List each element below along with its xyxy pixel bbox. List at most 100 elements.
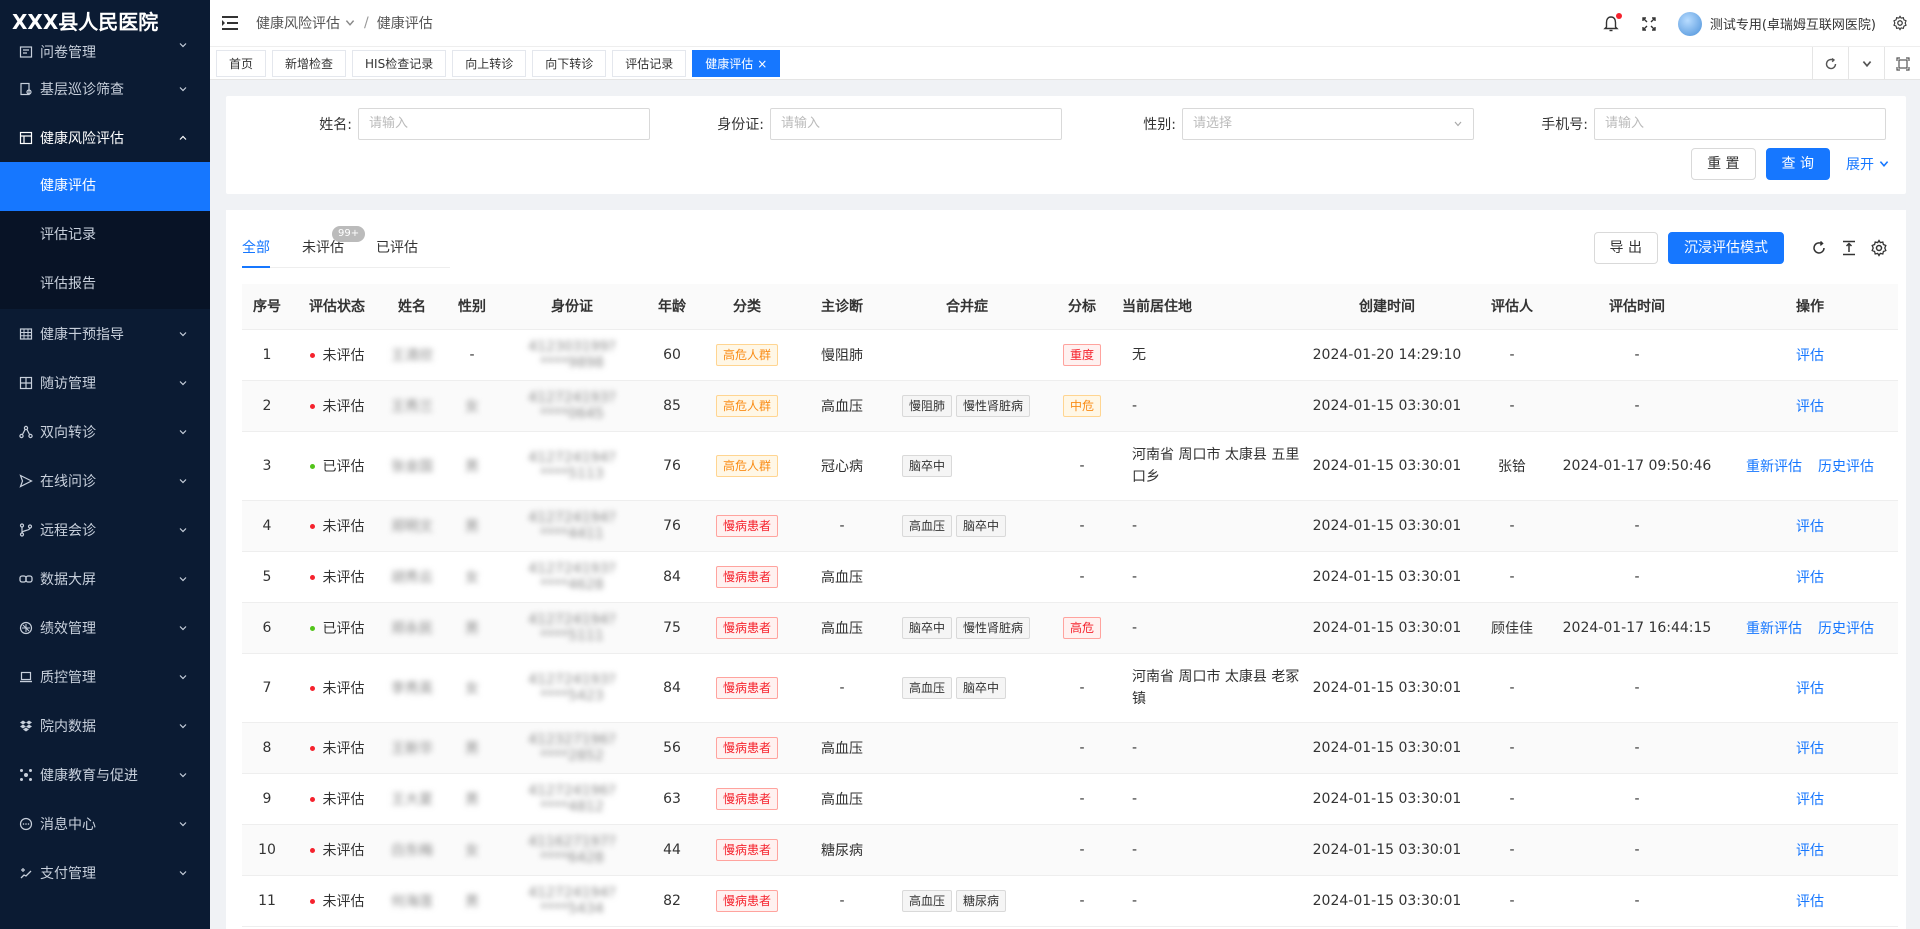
reassess-link[interactable]: 重新评估 [1746,459,1802,475]
sidebar-item-13[interactable]: 消息中心 [0,799,210,848]
history-link[interactable]: 历史评估 [1818,459,1874,475]
tab-list: 首页 新增检查 HIS检查记录 向上转诊 向下转诊 评估记录 健康评估 × [210,47,1920,80]
user-name[interactable]: 测试专用(卓瑞姆互联网医院) [1710,14,1876,33]
cell-comorbidity [892,722,1042,774]
fullscreen-icon[interactable] [1640,15,1658,33]
reset-button[interactable]: 重 置 [1691,148,1756,180]
cell-gender: 男 [442,722,502,774]
breadcrumb-item-current: 健康评估 [376,16,433,32]
sidebar-subitem-0[interactable]: 健康评估 [0,162,210,211]
bell-icon[interactable] [1602,12,1622,33]
grid-icon [18,326,34,342]
column-height-icon[interactable] [1840,239,1858,257]
refresh-tab-icon[interactable] [1812,47,1848,80]
cell-assessor: - [1472,380,1552,432]
chevron-down-icon [178,329,188,339]
sidebar-item-14[interactable]: 支付管理 [0,848,210,897]
tab-2[interactable]: HIS检查记录 [352,50,447,77]
history-link[interactable]: 历史评估 [1818,621,1874,637]
sidebar-item-2[interactable]: 健康风险评估 [0,113,210,162]
sidebar-item-8[interactable]: 数据大屏 [0,554,210,603]
phone-input[interactable]: 请输入 [1594,108,1886,140]
comorbidity-tag: 糖尿病 [956,889,1007,912]
sidebar-item-10[interactable]: 质控管理 [0,652,210,701]
cell-name: 王新华 [382,722,442,774]
cell-gender: 女 [442,380,502,432]
cell-comorbidity: 慢阻肺 慢性肾脏病 [892,380,1042,432]
header: 健康风险评估 / 健康评估 测试专用(卓瑞姆互联网医院) [210,0,1920,47]
gear-icon[interactable] [1892,14,1910,33]
cell-name: 胡秀云 [382,551,442,603]
filter-name-row: 姓名: 请输入 [226,108,650,140]
name-input[interactable]: 请输入 [358,108,650,140]
id-input[interactable]: 请输入 [770,108,1062,140]
sidebar-subitem-2[interactable]: 评估报告 [0,260,210,309]
sidebar-item-7[interactable]: 远程会诊 [0,505,210,554]
column-header: 身份证 [502,284,642,330]
gender-select[interactable]: 请选择 [1182,108,1474,140]
cell-name: 郑永民 [382,602,442,654]
assess-link[interactable]: 评估 [1796,348,1824,364]
settings-icon[interactable] [1870,239,1888,257]
cell-idcard: 411627197?****6428 [502,824,642,876]
assess-link[interactable]: 评估 [1796,681,1824,697]
cell-status: 未评估 [292,551,382,603]
sidebar-item-6[interactable]: 在线问诊 [0,456,210,505]
sidebar-item-4[interactable]: 随访管理 [0,358,210,407]
refresh-icon[interactable] [1810,239,1828,257]
tab-4[interactable]: 向下转诊 [532,50,607,77]
assess-link[interactable]: 评估 [1796,792,1824,808]
immersive-mode-button[interactable]: 沉浸评估模式 [1668,232,1784,264]
patient-gender: 男 [465,740,479,757]
sidebar-item-5[interactable]: 双向转诊 [0,407,210,456]
reassess-link[interactable]: 重新评估 [1746,621,1802,637]
sidebar-item-9[interactable]: 绩效管理 [0,603,210,652]
cell-diagnosis: 高血压 [792,380,892,432]
cell-assessed: 2024-01-17 16:44:15 [1552,602,1722,654]
column-header: 评估时间 [1552,284,1722,330]
cell-gender: 女 [442,653,502,723]
tab-3[interactable]: 向上转诊 [452,50,527,77]
cell-category: 慢病患者 [702,722,792,774]
cell-assessed: - [1552,500,1722,552]
sidebar-item-12[interactable]: 健康教育与促进 [0,750,210,799]
assess-link[interactable]: 评估 [1796,570,1824,586]
assess-link[interactable]: 评估 [1796,843,1824,859]
close-icon[interactable]: × [757,57,767,71]
sidebar-item-11[interactable]: 院内数据 [0,701,210,750]
export-button[interactable]: 导 出 [1593,232,1658,264]
tab-pending[interactable]: 未评估 99+ [302,226,366,268]
sidebar-item-3[interactable]: 健康干预指导 [0,309,210,358]
expand-link[interactable]: 展开 [1846,154,1890,174]
breadcrumb-item-parent[interactable]: 健康风险评估 [256,13,340,33]
status-text: 已评估 [322,458,365,475]
notification-dot [1615,12,1622,19]
assess-link[interactable]: 评估 [1796,519,1824,535]
avatar[interactable] [1677,11,1702,36]
assess-link[interactable]: 评估 [1796,894,1824,910]
tab-6[interactable]: 健康评估 × [692,50,781,77]
tab-1[interactable]: 新增检查 [272,50,347,77]
cell-created: 2024-01-15 03:30:01 [1302,824,1472,876]
name-label: 姓名: [319,117,352,133]
maximize-icon[interactable] [1884,47,1920,80]
status-dot [309,797,315,802]
tab-dropdown-icon[interactable] [1848,47,1884,80]
status-dot [309,899,315,904]
sidebar-item-label: 质控管理 [40,669,96,686]
tab-all[interactable]: 全部 [242,228,270,268]
tab-5[interactable]: 评估记录 [612,50,687,77]
tab-tools [1812,47,1920,80]
expand-label: 展开 [1846,157,1874,173]
sidebar-item-1[interactable]: 基层巡诊筛查 [0,64,210,113]
query-button[interactable]: 查 询 [1765,148,1830,180]
tab-0[interactable]: 首页 [216,50,267,77]
assess-link[interactable]: 评估 [1796,399,1824,415]
assess-link[interactable]: 评估 [1796,741,1824,757]
menu-fold-icon[interactable] [222,16,238,30]
sidebar-subitem-1[interactable]: 评估记录 [0,211,210,260]
tab-done[interactable]: 已评估 [376,228,418,268]
sidebar-item-0[interactable]: 问卷管理 [0,26,210,64]
cell-category: 高危人群 [702,329,792,381]
cell-assessed: - [1552,329,1722,381]
